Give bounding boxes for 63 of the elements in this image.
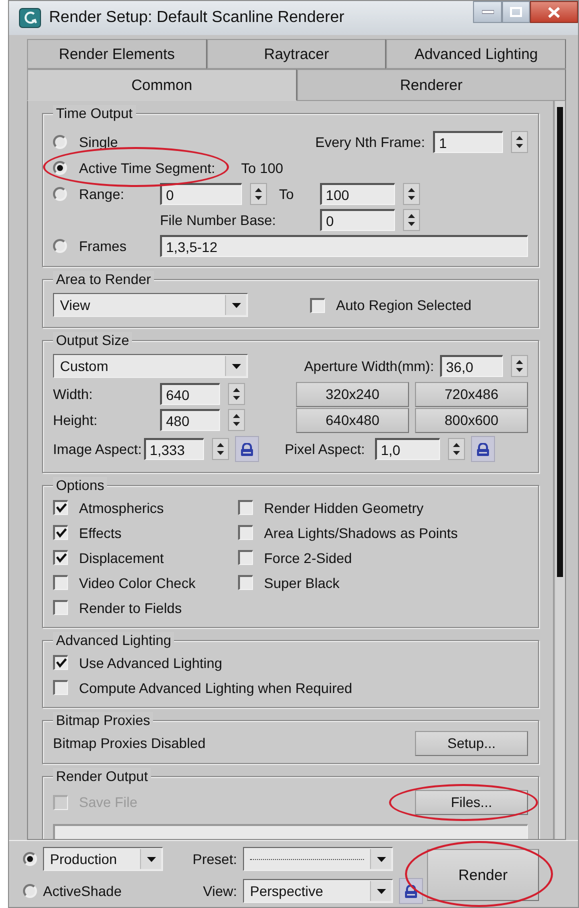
checkbox-label: Super Black [264,574,340,590]
group-title: Time Output [53,105,136,121]
tab[interactable]: Renderer [296,69,566,101]
setup-button[interactable]: Setup... [415,730,528,756]
field-label: Pixel Aspect: [284,441,365,457]
field-label: To [279,186,294,202]
radio-label: Single [79,134,118,150]
tab[interactable]: Render Elements [27,39,207,69]
checkbox-label: Effects [79,524,122,540]
checkbox-label: Displacement [79,550,164,566]
tab[interactable]: Advanced Lighting [386,39,566,69]
number-field[interactable]: 0 [160,183,242,205]
field-label: Image Aspect: [53,441,142,457]
group-title: Options [53,477,108,493]
checkbox-label: Atmospherics [79,500,164,516]
dropdown[interactable]: View [53,293,248,317]
number-field[interactable]: 36,0 [440,355,503,377]
field-label: Width: [53,386,94,402]
group-title: Area to Render [53,271,154,287]
radio-label: Frames [79,238,126,254]
text-field[interactable]: 1,3,5-12 [160,235,528,257]
field-label: View: [203,883,237,899]
radio-label: ActiveShade [43,883,122,899]
radio-label: Range: [79,186,124,202]
checkbox-label: Auto Region Selected [336,297,472,313]
dropdown[interactable]: Perspective [243,879,393,903]
range-text: To 100 [241,160,284,176]
number-field[interactable]: 100 [320,183,395,205]
window-title: Render Setup: Default Scanline Renderer [49,9,346,27]
checkbox-label: Compute Advanced Lighting when Required [79,680,352,696]
number-field[interactable]: 1 [433,131,503,153]
files-button[interactable]: Files... [415,790,528,814]
field-label: Every Nth Frame: [315,134,425,150]
number-field[interactable]: 640 [160,383,220,405]
preset-button[interactable]: 720x486 [415,382,528,406]
preset-button[interactable]: 640x480 [296,408,409,432]
group-title: Advanced Lighting [53,632,174,648]
render-button[interactable]: Render [427,849,539,901]
radio-label: Active Time Segment: [79,160,216,176]
checkbox-label: Render to Fields [79,600,182,616]
group-title: Render Output [53,768,151,784]
group-title: Output Size [53,332,132,348]
number-field[interactable]: 1,333 [144,438,204,460]
field-label: Aperture Width(mm): [304,358,434,374]
tab[interactable]: Common [27,69,296,101]
preset-button[interactable]: 800x600 [415,408,528,432]
tab[interactable]: Raytracer [206,39,386,69]
number-field[interactable]: 480 [160,409,220,431]
checkbox-label: Use Advanced Lighting [79,654,222,670]
dropdown[interactable]: Production [43,847,163,871]
field-label: Preset: [192,851,237,867]
group-title: Bitmap Proxies [53,712,154,728]
checkbox-label: Force 2-Sided [264,550,352,566]
checkbox-label: Area Lights/Shadows as Points [264,524,458,540]
status-text: Bitmap Proxies Disabled [53,735,206,751]
checkbox-label: Render Hidden Geometry [264,500,424,516]
checkbox-label: Video Color Check [79,574,196,590]
field-label: File Number Base: [160,212,277,228]
dropdown[interactable]: Custom [53,354,248,378]
number-field[interactable]: 0 [320,209,395,231]
preset-button[interactable]: 320x240 [296,382,409,406]
field-label: Height: [53,412,98,428]
number-field[interactable]: 1,0 [374,438,440,460]
